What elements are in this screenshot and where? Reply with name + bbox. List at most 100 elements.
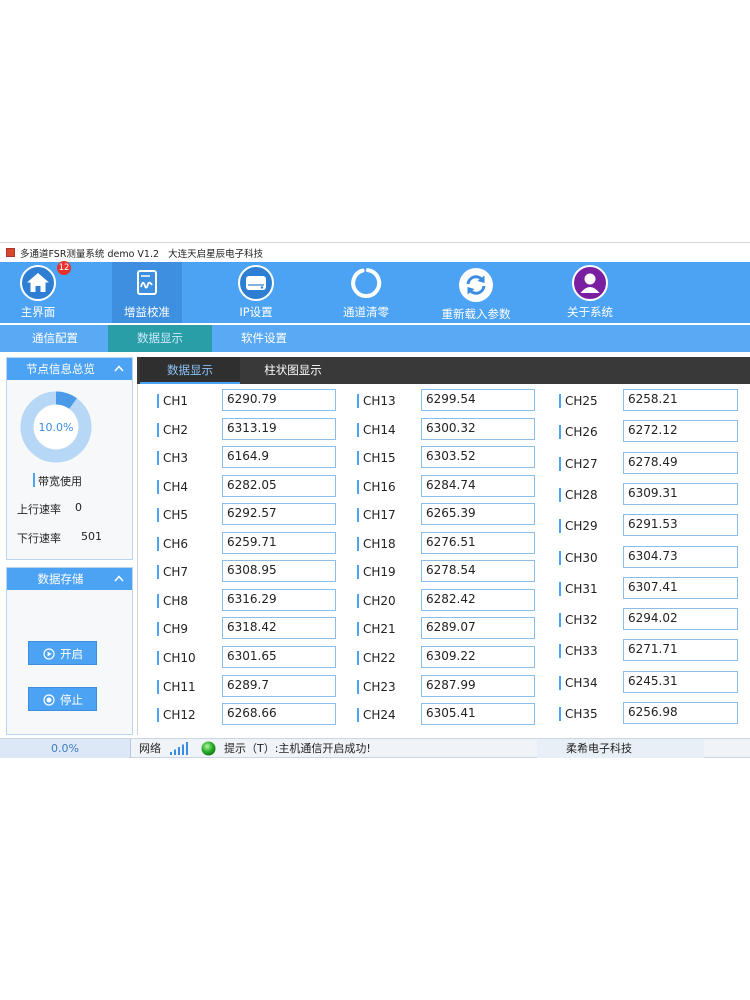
toolbar-ip-settings-label: IP设置 <box>239 305 273 319</box>
channel-value-input[interactable] <box>623 608 738 630</box>
chevron-up-icon[interactable] <box>114 365 124 372</box>
stop-circle-icon <box>43 694 55 706</box>
subnav-software-settings[interactable]: 软件设置 <box>214 325 314 352</box>
channel-value-input[interactable] <box>421 418 535 440</box>
channel-label: CH2 <box>157 422 188 438</box>
channel-value-input[interactable] <box>421 617 535 639</box>
node-info-panel-header[interactable]: 节点信息总览 <box>7 358 132 380</box>
bandwidth-label: 带宽使用 <box>38 475 82 488</box>
toolbar-about-button[interactable]: 关于系统 <box>550 262 630 323</box>
drive-icon <box>238 265 274 301</box>
channel-value-input[interactable] <box>623 671 738 693</box>
refresh-icon <box>459 268 493 302</box>
channel-value-input[interactable] <box>421 589 535 611</box>
channel-value-input[interactable] <box>623 702 738 724</box>
bandwidth-donut-fill <box>55 391 77 410</box>
channel-value-input[interactable] <box>222 389 336 411</box>
channel-value-input[interactable] <box>623 420 738 442</box>
channel-label: CH29 <box>559 518 598 534</box>
channel-label: CH6 <box>157 536 188 552</box>
toolbar-gain-calibration-button[interactable]: 增益校准 <box>112 262 182 323</box>
channel-label: CH28 <box>559 487 598 503</box>
channel-label: CH15 <box>357 450 396 466</box>
channel-value-input[interactable] <box>623 483 738 505</box>
channel-value-input[interactable] <box>222 675 336 697</box>
channel-label: CH7 <box>157 564 188 580</box>
stop-storage-label: 停止 <box>60 693 83 707</box>
channel-value-input[interactable] <box>421 703 535 725</box>
channel-label: CH20 <box>357 593 396 609</box>
channel-value-input[interactable] <box>222 446 336 468</box>
channel-label: CH21 <box>357 621 396 637</box>
title-bar: 多通道FSR测量系统 demo V1.2 大连天启星辰电子科技 <box>0 242 750 262</box>
channel-label: CH31 <box>559 581 598 597</box>
channel-value-input[interactable] <box>623 389 738 411</box>
bandwidth-percent-text: 10.0% <box>39 421 74 434</box>
channel-value-input[interactable] <box>222 475 336 497</box>
subnav-comm-config[interactable]: 通信配置 <box>10 325 100 352</box>
channel-label: CH10 <box>157 650 196 666</box>
chevron-up-icon[interactable] <box>114 575 124 582</box>
channel-value-input[interactable] <box>421 446 535 468</box>
channel-value-input[interactable] <box>421 675 535 697</box>
download-rate-value: 501 <box>81 530 102 543</box>
toolbar-ip-settings-button[interactable]: IP设置 <box>216 262 296 323</box>
data-tab-bar: 数据显示 柱状图显示 <box>137 357 750 384</box>
channel-value-input[interactable] <box>623 452 738 474</box>
node-info-panel-title: 节点信息总览 <box>26 362 95 376</box>
channel-label: CH33 <box>559 643 598 659</box>
channel-value-input[interactable] <box>222 560 336 582</box>
channel-value-input[interactable] <box>222 617 336 639</box>
window-title: 多通道FSR测量系统 demo V1.2 大连天启星辰电子科技 <box>20 246 263 260</box>
channel-label: CH3 <box>157 450 188 466</box>
download-rate-label: 下行速率 <box>17 532 61 545</box>
upload-rate-value: 0 <box>75 501 82 514</box>
channel-value-input[interactable] <box>222 532 336 554</box>
channel-value-input[interactable] <box>222 646 336 668</box>
channel-value-input[interactable] <box>623 639 738 661</box>
upload-rate-label: 上行速率 <box>17 503 61 516</box>
start-storage-label: 开启 <box>60 647 83 661</box>
channel-value-input[interactable] <box>623 577 738 599</box>
channel-value-input[interactable] <box>623 546 738 568</box>
channel-value-input[interactable] <box>421 560 535 582</box>
channel-value-input[interactable] <box>421 503 535 525</box>
channel-value-input[interactable] <box>421 532 535 554</box>
data-storage-panel: 数据存储 开启 停止 <box>6 567 133 735</box>
toolbar-channel-zero-label: 通道清零 <box>343 305 389 319</box>
toolbar-reload-params-label: 重新载入参数 <box>441 307 511 321</box>
channel-label: CH23 <box>357 679 396 695</box>
data-storage-panel-header[interactable]: 数据存储 <box>7 568 132 590</box>
toolbar-reload-params-button[interactable]: 重新载入参数 <box>431 262 521 323</box>
main-toolbar: 主界面 增益校准 IP设置 通道清零 重新载入参数 关于系统 <box>0 262 750 323</box>
home-icon <box>20 265 56 301</box>
toolbar-gain-calibration-label: 增益校准 <box>124 305 170 319</box>
channel-value-input[interactable] <box>222 589 336 611</box>
tab-bar-chart-display[interactable]: 柱状图显示 <box>243 357 343 384</box>
signal-strength-icon <box>170 742 188 755</box>
toolbar-home-label: 主界面 <box>20 305 56 319</box>
channel-label: CH25 <box>559 393 598 409</box>
channel-value-input[interactable] <box>222 703 336 725</box>
toolbar-channel-zero-button[interactable]: 通道清零 <box>326 262 406 323</box>
channel-value-input[interactable] <box>421 646 535 668</box>
status-ok-indicator-icon <box>201 741 216 756</box>
start-storage-button[interactable]: 开启 <box>28 641 97 665</box>
channel-value-input[interactable] <box>222 418 336 440</box>
bandwidth-label-marker <box>33 473 35 487</box>
channel-label: CH17 <box>357 507 396 523</box>
channel-value-input[interactable] <box>222 503 336 525</box>
channel-label: CH30 <box>559 550 598 566</box>
channel-value-input[interactable] <box>421 475 535 497</box>
channel-value-input[interactable] <box>421 389 535 411</box>
user-icon <box>572 265 608 301</box>
channel-label: CH13 <box>357 393 396 409</box>
status-progress: 0.0% <box>0 739 131 758</box>
channel-value-input[interactable] <box>623 514 738 536</box>
channel-label: CH4 <box>157 479 188 495</box>
channel-label: CH24 <box>357 707 396 723</box>
tab-data-display[interactable]: 数据显示 <box>140 357 240 384</box>
subnav-data-display[interactable]: 数据显示 <box>108 325 212 352</box>
status-company-text: 柔希电子科技 <box>566 742 632 755</box>
stop-storage-button[interactable]: 停止 <box>28 687 97 711</box>
